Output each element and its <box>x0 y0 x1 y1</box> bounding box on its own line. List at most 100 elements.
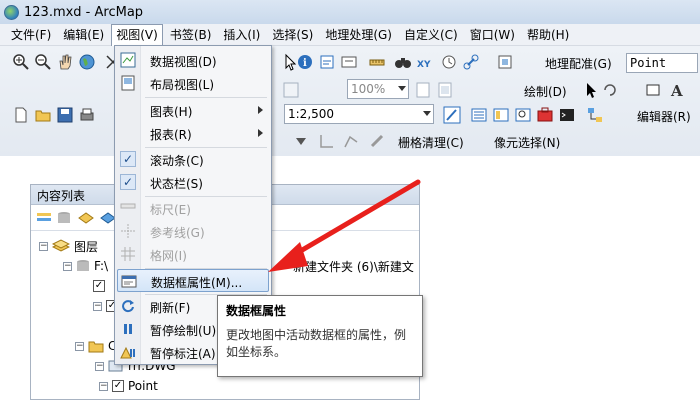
python-window-icon[interactable] <box>558 106 576 124</box>
raster-cleanup-label[interactable]: 栅格清理(C) <box>398 134 464 151</box>
identify-icon[interactable]: i <box>296 53 314 71</box>
menu-item-data-view[interactable]: 数据视图(D) <box>115 49 271 72</box>
editor-toolbar-icon[interactable] <box>443 106 461 124</box>
tools-toolbar-row: i XY 地理配准(G) Point <box>0 49 700 75</box>
menu-geoprocessing[interactable]: 地理处理(G) <box>320 24 397 45</box>
menu-edit[interactable]: 编辑(E) <box>58 24 109 45</box>
menu-item-status-bar[interactable]: ✓ 状态栏(S) <box>115 171 271 194</box>
list-by-drawing-order-icon[interactable] <box>35 209 53 227</box>
pause-icon <box>120 321 136 337</box>
search-window-icon[interactable] <box>514 106 532 124</box>
collapse-icon[interactable]: − <box>93 301 102 311</box>
chevron-down-icon <box>423 111 431 116</box>
point-layer-label: Point <box>128 379 158 393</box>
svg-text:i: i <box>303 58 307 69</box>
collapse-icon[interactable]: − <box>39 241 48 251</box>
pan-hand-icon[interactable] <box>56 53 74 71</box>
menu-item-graphs[interactable]: 图表(H) <box>115 99 271 122</box>
guides-icon <box>120 223 136 239</box>
database-icon <box>77 260 89 271</box>
table-of-contents-icon[interactable] <box>470 106 488 124</box>
model-builder-icon[interactable] <box>586 106 604 124</box>
svg-text:XY: XY <box>417 60 431 70</box>
measure-icon[interactable] <box>368 53 386 71</box>
menu-item-scrollbars[interactable]: ✓ 滚动条(C) <box>115 148 271 171</box>
rotate-icon[interactable] <box>601 81 619 99</box>
hyperlink-icon[interactable] <box>462 53 480 71</box>
menu-windows[interactable]: 窗口(W) <box>465 24 520 45</box>
menu-item-label: 刷新(F) <box>150 301 191 315</box>
layout-zoom-value: 100% <box>351 82 386 96</box>
list-by-visibility-icon[interactable] <box>77 209 95 227</box>
open-folder-icon[interactable] <box>34 106 52 124</box>
drawing-label[interactable]: 绘制(D) <box>524 83 567 100</box>
full-extent-globe-icon[interactable] <box>78 53 96 71</box>
swipe-icon[interactable] <box>496 53 514 71</box>
tree-layers-root[interactable]: − 图层 <box>39 237 98 255</box>
menu-help[interactable]: 帮助(H) <box>522 24 574 45</box>
pixel-selection-label[interactable]: 像元选择(N) <box>494 134 560 151</box>
arrow-down-icon[interactable] <box>292 132 310 150</box>
menu-view[interactable]: 视图(V) <box>111 23 163 46</box>
menu-insert[interactable]: 插入(I) <box>218 24 265 45</box>
menu-item-label: 状态栏(S) <box>150 177 203 191</box>
menu-file[interactable]: 文件(F) <box>6 24 56 45</box>
tree-data-source-1[interactable]: − F:\ <box>63 257 108 275</box>
menu-item-label: 格网(I) <box>150 249 187 263</box>
menu-item-rulers: 标尺(E) <box>115 197 271 220</box>
rectangle-icon[interactable] <box>644 81 662 99</box>
find-icon[interactable] <box>318 53 336 71</box>
chevron-down-icon <box>398 86 406 91</box>
menu-item-label: 布局视图(L) <box>150 78 215 92</box>
save-icon[interactable] <box>56 106 74 124</box>
visibility-checkbox[interactable]: ✓ <box>112 380 124 392</box>
zoom-out-icon[interactable] <box>34 53 52 71</box>
vectorize-icon[interactable] <box>342 132 360 150</box>
menu-bookmarks[interactable]: 书签(B) <box>165 24 217 45</box>
data-source-1-path-tail: 新建文件夹 (6)\新建文 <box>293 259 414 274</box>
print-icon[interactable] <box>78 106 96 124</box>
menu-item-layout-view[interactable]: 布局视图(L) <box>115 72 271 95</box>
raster-toolbar-row: 栅格清理(C) 像元选择(N) <box>0 128 700 154</box>
georeferencing-layer-dropdown[interactable]: Point <box>626 53 698 73</box>
menu-customize[interactable]: 自定义(C) <box>399 24 463 45</box>
menu-bar: 文件(F) 编辑(E) 视图(V) 书签(B) 插入(I) 选择(S) 地理处理… <box>0 23 700 46</box>
layout-zoom-dropdown[interactable]: 100% <box>347 79 409 99</box>
page-icon[interactable] <box>414 81 432 99</box>
snapping-icon[interactable] <box>318 132 336 150</box>
arcmap-app-icon <box>4 4 19 20</box>
submenu-arrow-icon <box>258 106 263 114</box>
catalog-icon[interactable] <box>492 106 510 124</box>
text-tool-icon[interactable]: A <box>668 81 686 100</box>
binoculars-icon[interactable] <box>394 53 412 71</box>
zoom-in-icon[interactable] <box>12 53 30 71</box>
collapse-icon[interactable]: − <box>99 381 108 391</box>
menu-item-label: 暂停标注(A) <box>150 347 216 361</box>
visibility-checkbox[interactable]: ✓ <box>93 280 105 292</box>
new-document-icon[interactable] <box>12 106 30 124</box>
tree-point-layer[interactable]: − ✓ Point <box>99 377 158 395</box>
zoom-whole-page-icon[interactable] <box>436 81 454 99</box>
menu-item-reports[interactable]: 报表(R) <box>115 122 271 145</box>
menu-selection[interactable]: 选择(S) <box>267 24 318 45</box>
menu-item-label: 参考线(G) <box>150 226 205 240</box>
tree-layer-checkbox-1[interactable]: ✓ <box>93 277 109 295</box>
collapse-icon[interactable]: − <box>75 341 84 351</box>
menu-item-label: 滚动条(C) <box>150 154 204 168</box>
raster-painting-icon[interactable] <box>368 132 386 150</box>
layout-view-icon <box>120 75 136 91</box>
data-source-1-path-tail-row: 新建文件夹 (6)\新建文 <box>293 257 414 275</box>
menu-item-data-frame-properties[interactable]: 数据框属性(M)... <box>117 269 269 292</box>
map-scale-dropdown[interactable]: 1:2,500 <box>284 104 434 124</box>
arctoolbox-icon[interactable] <box>536 106 554 124</box>
go-to-xy-icon[interactable]: XY <box>416 53 434 71</box>
layout-zoom-icon[interactable] <box>282 81 300 99</box>
select-elements-icon[interactable] <box>583 81 601 99</box>
html-popup-icon[interactable] <box>340 53 358 71</box>
collapse-icon[interactable]: − <box>95 361 104 371</box>
collapse-icon[interactable]: − <box>63 261 72 271</box>
georeferencing-label[interactable]: 地理配准(G) <box>545 55 612 72</box>
editor-label[interactable]: 编辑器(R) <box>637 108 691 125</box>
time-slider-icon[interactable] <box>440 53 458 71</box>
list-by-source-icon[interactable] <box>55 209 73 227</box>
